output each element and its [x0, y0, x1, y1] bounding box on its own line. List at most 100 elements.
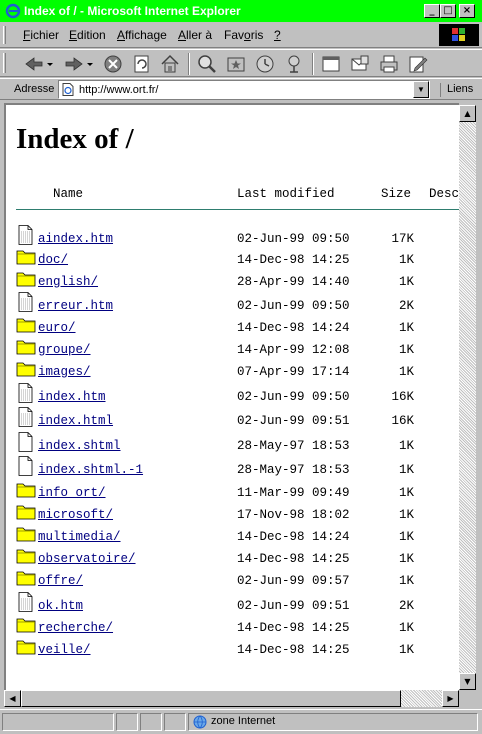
folder-icon[interactable]	[16, 636, 36, 656]
folder-icon[interactable]	[16, 614, 36, 634]
menu-fichier[interactable]: Fichier	[23, 28, 59, 42]
file-modified-date: 17-Nov-98 18:02	[237, 508, 350, 522]
scroll-left-button[interactable]: ◀	[4, 690, 21, 707]
file-link[interactable]: aindex.htm	[38, 232, 113, 246]
maximize-button[interactable]: □	[440, 4, 456, 18]
stop-icon[interactable]	[102, 53, 124, 75]
folder-icon[interactable]	[16, 545, 36, 565]
file-link[interactable]: multimedia/	[38, 530, 121, 544]
file-modified-date: 28-May-97 18:53	[237, 439, 350, 453]
file-size: 1K	[398, 321, 414, 335]
file-link[interactable]: observatoire/	[38, 552, 136, 566]
file-modified-date: 11-Mar-99 09:49	[237, 486, 350, 500]
standard-toolbar	[0, 49, 482, 77]
file-link[interactable]: doc/	[38, 253, 68, 267]
favorites-icon[interactable]	[225, 53, 247, 75]
folder-icon[interactable]	[16, 336, 36, 356]
edit-icon[interactable]	[407, 53, 429, 75]
menu-aller-a[interactable]: Aller à	[178, 28, 212, 42]
minimize-button[interactable]: _	[424, 4, 440, 18]
html-file-icon[interactable]	[16, 225, 36, 245]
file-link[interactable]: info ort/	[38, 486, 106, 500]
menu-edition[interactable]: Edition	[69, 28, 106, 42]
menu-help[interactable]: ?	[274, 28, 281, 42]
back-icon[interactable]	[22, 53, 56, 75]
mail-icon[interactable]	[349, 53, 371, 75]
security-zone-label: zone Internet	[211, 715, 276, 727]
file-size: 16K	[391, 414, 414, 428]
html-file-icon[interactable]	[16, 592, 36, 612]
menu-bar: Fichier Edition Affichage Aller à Favori…	[0, 22, 482, 48]
horizontal-scroll-thumb[interactable]	[21, 690, 401, 707]
folder-icon[interactable]	[16, 479, 36, 499]
column-header-size: Size	[381, 187, 412, 201]
file-link[interactable]: index.html	[38, 414, 113, 428]
horizontal-scrollbar[interactable]: ◀ ▶	[4, 690, 459, 707]
column-header-description: Desc	[429, 187, 459, 201]
print-icon[interactable]	[378, 53, 400, 75]
scrollbar-corner	[459, 690, 476, 707]
forward-icon[interactable]	[60, 53, 96, 75]
file-link[interactable]: images/	[38, 365, 91, 379]
fullscreen-icon[interactable]	[320, 53, 342, 75]
file-size: 1K	[398, 552, 414, 566]
folder-icon[interactable]	[16, 523, 36, 543]
folder-icon[interactable]	[16, 358, 36, 378]
folder-icon[interactable]	[16, 246, 36, 266]
file-link[interactable]: english/	[38, 275, 98, 289]
html-file-icon[interactable]	[16, 292, 36, 312]
title-bar[interactable]: Index of / - Microsoft Internet Explorer…	[0, 0, 482, 22]
toolbar-grip[interactable]	[3, 53, 6, 73]
menu-affichage[interactable]: Affichage	[117, 28, 167, 42]
folder-icon[interactable]	[16, 567, 36, 587]
file-link[interactable]: offre/	[38, 574, 83, 588]
scroll-up-button[interactable]: ▲	[459, 105, 476, 122]
close-button[interactable]: ×	[459, 4, 475, 18]
address-input[interactable]: http://www.ort.fr/ ▼	[58, 80, 430, 99]
file-size: 1K	[398, 365, 414, 379]
file-modified-date: 02-Jun-99 09:50	[237, 232, 350, 246]
file-modified-date: 02-Jun-99 09:51	[237, 599, 350, 613]
folder-icon[interactable]	[16, 268, 36, 288]
refresh-icon[interactable]	[131, 53, 153, 75]
file-link[interactable]: index.htm	[38, 390, 106, 404]
links-button[interactable]: Liens	[440, 83, 473, 97]
channels-icon[interactable]	[283, 53, 305, 75]
file-modified-date: 02-Jun-99 09:50	[237, 390, 350, 404]
menubar-grip[interactable]	[3, 26, 6, 44]
menu-favoris[interactable]: Favoris	[224, 28, 263, 42]
window-title: Index of / - Microsoft Internet Explorer	[24, 4, 241, 18]
file-link[interactable]: erreur.htm	[38, 299, 113, 313]
toolbar-separator	[312, 53, 314, 75]
blank-file-icon[interactable]	[16, 432, 36, 452]
file-size: 1K	[398, 530, 414, 544]
file-link[interactable]: index.shtml	[38, 439, 121, 453]
file-link[interactable]: euro/	[38, 321, 76, 335]
address-dropdown-button[interactable]: ▼	[413, 81, 429, 98]
history-icon[interactable]	[254, 53, 276, 75]
search-icon[interactable]	[196, 53, 218, 75]
windows-throbber	[439, 24, 479, 46]
folder-icon[interactable]	[16, 314, 36, 334]
file-link[interactable]: recherche/	[38, 621, 113, 635]
vertical-scrollbar[interactable]: ▲ ▼	[459, 105, 476, 690]
file-link[interactable]: groupe/	[38, 343, 91, 357]
file-modified-date: 02-Jun-99 09:51	[237, 414, 350, 428]
folder-icon[interactable]	[16, 501, 36, 521]
html-file-icon[interactable]	[16, 383, 36, 403]
file-size: 16K	[391, 390, 414, 404]
file-modified-date: 14-Dec-98 14:24	[237, 530, 350, 544]
page-viewport: Index of / Name Last modified Size Desc …	[4, 103, 459, 690]
file-link[interactable]: ok.htm	[38, 599, 83, 613]
blank-file-icon[interactable]	[16, 456, 36, 476]
scroll-down-button[interactable]: ▼	[459, 673, 476, 690]
home-icon[interactable]	[159, 53, 181, 75]
file-link[interactable]: veille/	[38, 643, 91, 657]
html-file-icon[interactable]	[16, 407, 36, 427]
scroll-right-button[interactable]: ▶	[442, 690, 459, 707]
file-link[interactable]: index.shtml.-1	[38, 463, 143, 477]
file-link[interactable]: microsoft/	[38, 508, 113, 522]
file-size: 1K	[398, 253, 414, 267]
file-size: 1K	[398, 643, 414, 657]
status-panel	[140, 713, 162, 731]
